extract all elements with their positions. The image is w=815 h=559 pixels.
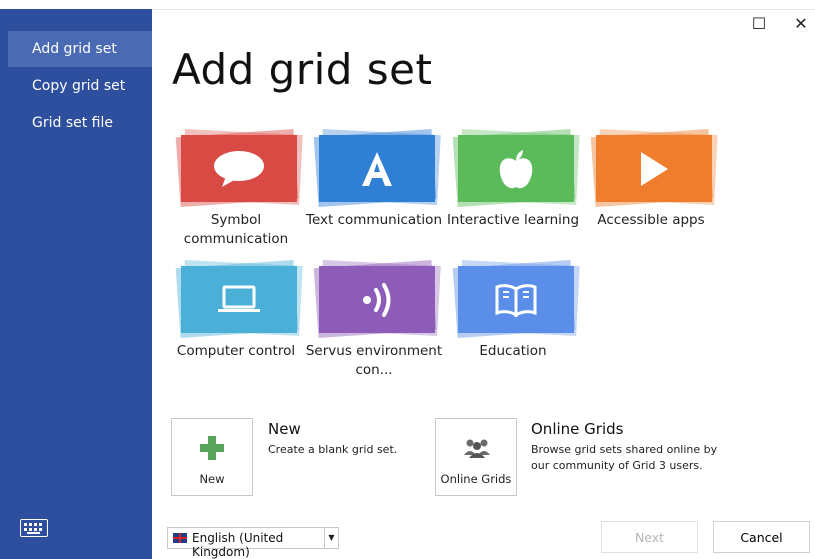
tile-label: Servus environment con... [305,343,443,378]
tile-label: Interactive learning [446,212,580,228]
tile-label: Symbol communication [183,212,289,247]
tile-label: Accessible apps [597,212,705,228]
speech-bubble-icon [214,150,264,187]
online-grids-button-label: Online Grids [440,472,512,486]
signal-icon [363,282,391,317]
uk-flag-icon [173,533,187,543]
apple-icon [499,149,533,188]
next-button[interactable]: Next [601,521,698,553]
language-select-value: English (United Kingdom) [192,531,284,559]
book-icon [495,283,537,317]
sidebar-item-grid-set-file[interactable]: Grid set file [8,105,152,141]
tile-label: Computer control [176,343,296,359]
tile-label: Text communication [306,212,442,228]
online-grids-title: Online Grids [531,420,624,438]
cancel-button[interactable]: Cancel [713,521,810,553]
language-select[interactable]: English (United Kingdom) ▼ [167,527,339,559]
new-button-label: New [199,472,225,486]
online-grids-description: Browse grid sets shared online by our co… [531,443,718,472]
chevron-down-icon: ▼ [324,528,338,548]
people-icon [464,439,490,458]
new-description: Create a blank grid set. [268,443,398,456]
close-button[interactable]: ✕ [791,14,811,34]
letter-a-icon [362,151,392,186]
maximize-button[interactable]: ☐ [749,14,769,34]
tile-label: Education [479,343,547,359]
sidebar-item-copy-grid-set[interactable]: Copy grid set [8,68,152,104]
sidebar: Add grid set Copy grid set Grid set file [0,9,152,559]
title-bar-divider [152,9,815,10]
online-grids-button[interactable]: Online Grids [435,418,517,496]
new-title: New [268,420,301,438]
sidebar-item-add-grid-set[interactable]: Add grid set [8,31,152,67]
keyboard-icon[interactable] [20,519,48,537]
add-grid-set-window: Add grid set Copy grid set Grid set file… [0,0,815,559]
plus-icon [200,436,224,460]
page-title: Add grid set [172,45,433,94]
play-icon [641,151,668,186]
new-button[interactable]: New [171,418,253,496]
laptop-icon [218,285,260,312]
